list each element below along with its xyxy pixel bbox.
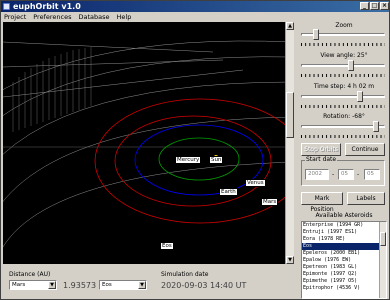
window-controls: _ □ × (360, 2, 389, 10)
menu-preferences[interactable]: Preferences (33, 12, 71, 22)
labels-button[interactable]: Labels (347, 192, 385, 205)
asteroid-list-items: Enterprise (1994 GR) Entruji (1997 ES1) Eo… (302, 222, 386, 292)
start-date-label: Start date (305, 156, 338, 163)
distance-to-select[interactable]: Eos ▼ (99, 280, 147, 290)
start-date-group: Start date 2002 - 05 - 05 (301, 156, 385, 186)
venus-label: Venus (245, 179, 266, 187)
distance-value: 1.93573 (63, 281, 97, 290)
asteroid-list-item[interactable]: Epitrophor (4536 V) (302, 285, 386, 292)
orbit-viewport[interactable]: Mercury Sun Venus Earth Mars Eos (3, 22, 285, 264)
viewport-scrollbar[interactable]: ▲ ▼ (285, 22, 294, 264)
rotation-slider-thumb[interactable] (372, 121, 379, 132)
view-angle-ticks (301, 74, 385, 77)
simulation-date-value: 2020-09-03 14:40 UT (161, 281, 247, 290)
time-step-slider-thumb[interactable] (357, 91, 364, 102)
chevron-down-icon[interactable]: ▼ (138, 281, 146, 289)
mark-position-button[interactable]: Mark Position (301, 192, 343, 213)
rotation-ticks (301, 135, 385, 138)
mars-label: Mars (261, 198, 279, 206)
control-panel: Zoom View angle: 25° Time step: 4 h 02 m… (297, 22, 389, 299)
view-angle-slider-track (301, 64, 385, 67)
zoom-ticks (301, 43, 385, 46)
minimize-button[interactable]: _ (360, 2, 369, 10)
title-bar: euphOrbit v1.0 _ □ × (1, 1, 389, 12)
sun-label: Sun (209, 156, 224, 164)
asteroid-list[interactable]: Enterprise (1994 GR) Entruji (1997 ES1) Eo… (301, 221, 387, 299)
menu-project[interactable]: Project (4, 12, 26, 22)
zoom-slider[interactable] (301, 29, 385, 40)
scroll-down-icon[interactable]: ▼ (286, 256, 294, 264)
scroll-up-icon[interactable]: ▲ (286, 22, 294, 30)
view-angle-label: View angle: 25° (320, 52, 368, 59)
menu-help[interactable]: Help (117, 12, 132, 22)
menu-bar: Project Preferences Database Help (1, 12, 389, 22)
time-step-ticks (301, 105, 385, 108)
app-window: euphOrbit v1.0 _ □ × Project Preferences… (0, 0, 390, 300)
asteroid-list-scrollbar[interactable] (379, 222, 386, 298)
time-step-label: Time step: 4 h 02 m (313, 83, 375, 90)
maximize-button[interactable]: □ (370, 2, 379, 10)
asteroid-list-item[interactable]: Entruji (1997 ES1) (302, 229, 386, 236)
app-icon (3, 3, 10, 10)
date-separator: - (332, 171, 335, 178)
asteroid-list-item[interactable]: Epalow (1976 EW) (302, 257, 386, 264)
zoom-label: Zoom (335, 22, 353, 29)
distance-to-value: Eos (102, 282, 112, 288)
start-day-field[interactable]: 05 (364, 169, 380, 180)
asteroid-list-item[interactable]: Epeleros (2000 EB1) (302, 250, 386, 257)
asteroid-list-item[interactable]: Epimonte (1997 Q2) (302, 271, 386, 278)
status-area: Distance (AU) Mars ▼ 1.93573 Eos ▼ Simul… (1, 265, 295, 299)
start-month-field[interactable]: 05 (338, 169, 354, 180)
asteroid-list-item[interactable]: Epimethe (1997 O5) (302, 278, 386, 285)
available-asteroids-label: Available Asteroids (315, 212, 373, 219)
asteroid-list-item[interactable]: Eora (1978 RE) (302, 236, 386, 243)
rotation-label: Rotation: -68° (323, 113, 365, 120)
distance-from-select[interactable]: Mars ▼ (9, 280, 57, 290)
menu-database[interactable]: Database (78, 12, 109, 22)
view-angle-slider[interactable] (301, 60, 385, 71)
rotation-slider[interactable] (301, 121, 385, 132)
close-button[interactable]: × (380, 2, 389, 10)
mercury-label: Mercury (175, 156, 202, 164)
earth-label: Earth (219, 188, 238, 196)
start-year-field[interactable]: 2002 (305, 169, 329, 180)
orbit-canvas (3, 40, 285, 248)
asteroid-scrollbar-thumb[interactable] (380, 232, 386, 246)
distance-label: Distance (AU) (9, 271, 51, 278)
zoom-slider-thumb[interactable] (312, 29, 319, 40)
window-title: euphOrbit v1.0 (13, 2, 81, 11)
asteroid-list-item[interactable]: Enterprise (1994 GR) (302, 222, 386, 229)
time-step-slider[interactable] (301, 91, 385, 102)
grid-plane (3, 40, 285, 248)
continue-button[interactable]: Continue (345, 143, 385, 156)
stop-orbits-button[interactable]: Stop Orbits (301, 143, 341, 156)
chevron-down-icon[interactable]: ▼ (48, 281, 56, 289)
scrollbar-thumb[interactable] (286, 92, 294, 138)
asteroid-list-item[interactable]: Eos (302, 243, 386, 250)
distance-from-value: Mars (12, 282, 26, 288)
asteroid-list-item[interactable]: Epetreon (1983 GL) (302, 264, 386, 271)
time-step-slider-track (301, 95, 385, 98)
eos-label: Eos (160, 242, 174, 250)
view-angle-slider-thumb[interactable] (347, 60, 354, 71)
simulation-date-label: Simulation date (161, 271, 209, 278)
date-separator: - (357, 171, 360, 178)
